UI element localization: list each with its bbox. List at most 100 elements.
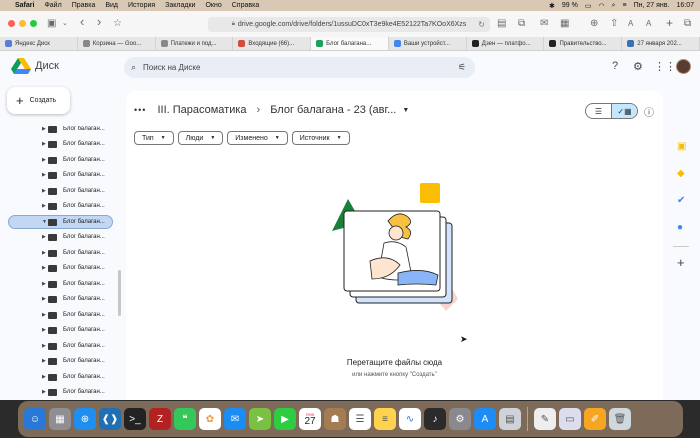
contacts-app-icon[interactable]: ●: [677, 222, 683, 233]
share-icon[interactable]: ⇧: [610, 17, 618, 31]
search-icon[interactable]: ⌕: [131, 62, 136, 73]
text-smaller-icon[interactable]: A: [628, 17, 633, 31]
tab-trash[interactable]: Корзина — Goo...: [78, 37, 156, 50]
help-icon[interactable]: ?: [612, 60, 618, 72]
tree-item[interactable]: ▶ Блог балаган...: [0, 323, 118, 337]
launchpad-icon[interactable]: ▦: [49, 408, 71, 430]
preview-icon[interactable]: ▤: [499, 408, 521, 430]
vscode-icon[interactable]: ❰❱: [99, 408, 121, 430]
folder-menu-caret-icon[interactable]: ▼: [402, 107, 409, 114]
settings-gear-icon[interactable]: ⚙: [633, 60, 643, 73]
search-spotlight-icon[interactable]: ⌕: [612, 2, 616, 10]
calendar-icon[interactable]: ЯНВ 27: [299, 408, 321, 430]
avatar[interactable]: [676, 59, 691, 74]
tab-overview-icon[interactable]: ⧉: [518, 17, 525, 31]
extension-icon[interactable]: ▦: [560, 17, 569, 31]
photos-icon[interactable]: ✿: [199, 408, 221, 430]
tree-item[interactable]: ▶ Блог балаган...: [0, 230, 118, 244]
new-tab-icon[interactable]: +: [666, 16, 673, 30]
address-bar[interactable]: 🔒︎ drive.google.com/drive/folders/1ussuD…: [208, 17, 490, 32]
safari-icon[interactable]: ⊕: [74, 408, 96, 430]
filter-people[interactable]: Люди ▼: [177, 131, 224, 145]
zoom-window-button[interactable]: [30, 20, 37, 27]
expand-arrow-icon[interactable]: ▶: [42, 157, 46, 163]
expand-arrow-icon[interactable]: ▶: [42, 188, 46, 194]
mail-icon[interactable]: ✉: [540, 17, 548, 31]
collapse-arrow-icon[interactable]: ▼: [42, 219, 47, 225]
mail-app-icon[interactable]: ✉: [224, 408, 246, 430]
battery-percent[interactable]: 99 %: [562, 2, 578, 9]
tasks-app-icon[interactable]: ✔: [677, 195, 685, 206]
text-larger-icon[interactable]: A: [646, 17, 651, 31]
keep-app-icon[interactable]: ◆: [677, 168, 685, 179]
terminal-icon[interactable]: >_: [124, 408, 146, 430]
list-view-button[interactable]: ☰: [586, 104, 611, 118]
expand-arrow-icon[interactable]: ▶: [42, 312, 46, 318]
tree-item[interactable]: ▶ Блог балаган...: [0, 370, 118, 384]
tree-item-selected[interactable]: ▼ Блог балаган...: [0, 215, 118, 229]
wifi-icon[interactable]: ◠: [599, 2, 605, 10]
close-window-button[interactable]: [8, 20, 15, 27]
stocks-icon[interactable]: ∿: [399, 408, 421, 430]
tab-blog-active[interactable]: Блог балагана...: [311, 37, 389, 50]
grid-view-button[interactable]: ✓▦: [611, 104, 637, 118]
tree-item[interactable]: ▶ Блог балаган...: [0, 168, 118, 182]
breadcrumb-parent[interactable]: III. Парасоматика: [157, 104, 246, 116]
calendar-app-icon[interactable]: ▣: [677, 141, 686, 152]
apps-grid-icon[interactable]: ⋮⋮: [654, 60, 676, 73]
app-store-icon[interactable]: A: [474, 408, 496, 430]
expand-arrow-icon[interactable]: ▶: [42, 343, 46, 349]
menu-help[interactable]: Справка: [232, 2, 259, 9]
maps-icon[interactable]: ➤: [249, 408, 271, 430]
filezilla-icon[interactable]: Z: [149, 408, 171, 430]
expand-arrow-icon[interactable]: ▶: [42, 358, 46, 364]
pages-icon[interactable]: ✐: [584, 408, 606, 430]
system-settings-icon[interactable]: ⚙: [449, 408, 471, 430]
tree-item[interactable]: ▶ Блог балаган...: [0, 137, 118, 151]
tree-item[interactable]: ▶ Блог балаган...: [0, 184, 118, 198]
textedit-icon[interactable]: ✎: [534, 408, 556, 430]
expand-arrow-icon[interactable]: ▶: [42, 281, 46, 287]
expand-arrow-icon[interactable]: ▶: [42, 296, 46, 302]
tree-item[interactable]: ▶ Блог балаган...: [0, 246, 118, 260]
breadcrumb-current[interactable]: Блог балагана - 23 (авг...: [270, 104, 396, 116]
battery-icon[interactable]: ▭: [585, 2, 592, 10]
forward-icon[interactable]: ›: [97, 15, 101, 29]
expand-arrow-icon[interactable]: ▶: [42, 172, 46, 178]
minimize-window-button[interactable]: [19, 20, 26, 27]
music-icon[interactable]: ♪: [424, 408, 446, 430]
menu-bookmarks[interactable]: Закладки: [165, 2, 195, 9]
tree-item[interactable]: ▶ Блог балаган...: [0, 385, 118, 399]
expand-arrow-icon[interactable]: ▶: [42, 250, 46, 256]
sidebar-toggle-icon[interactable]: ▣: [47, 17, 56, 31]
expand-arrow-icon[interactable]: ▶: [42, 265, 46, 271]
contacts-icon[interactable]: ☗: [324, 408, 346, 430]
add-addon-icon[interactable]: +: [677, 255, 685, 270]
filter-modified[interactable]: Изменено ▼: [227, 131, 288, 145]
tree-item[interactable]: ▶ Блог балаган...: [0, 277, 118, 291]
filter-source[interactable]: Источник ▼: [291, 131, 350, 145]
filter-type[interactable]: Тип ▼: [134, 131, 174, 145]
control-center-icon[interactable]: ≡: [623, 2, 627, 9]
expand-arrow-icon[interactable]: ▶: [42, 234, 46, 240]
tree-scrollbar[interactable]: [118, 270, 121, 316]
expand-arrow-icon[interactable]: ▶: [42, 141, 46, 147]
screenshot-icon[interactable]: ▭: [559, 408, 581, 430]
reload-icon[interactable]: ↻: [478, 20, 485, 29]
messages-icon[interactable]: ❝: [174, 408, 196, 430]
drive-logo-icon[interactable]: [11, 58, 31, 74]
tree-item[interactable]: ▶ Блог балаган...: [0, 126, 118, 136]
tree-item[interactable]: ▶ Блог балаган...: [0, 261, 118, 275]
tree-item[interactable]: ▶ Блог балаган...: [0, 354, 118, 368]
tree-item[interactable]: ▶ Блог балаган...: [0, 339, 118, 353]
search-options-icon[interactable]: ⚟: [458, 62, 466, 73]
tab-dzen[interactable]: Дзен — платфо...: [467, 37, 545, 50]
menubar-date[interactable]: Пн, 27 янв.: [634, 2, 670, 9]
drive-brand[interactable]: Диск: [35, 60, 59, 72]
trash-icon[interactable]: 🗑︎: [609, 408, 631, 430]
menu-file[interactable]: Файл: [44, 2, 61, 9]
notes-icon[interactable]: ≡: [374, 408, 396, 430]
search-input[interactable]: ⌕ Поиск на Диске ⚟: [124, 57, 475, 78]
tab-january[interactable]: 27 января 202...: [622, 37, 700, 50]
expand-arrow-icon[interactable]: ▶: [42, 203, 46, 209]
